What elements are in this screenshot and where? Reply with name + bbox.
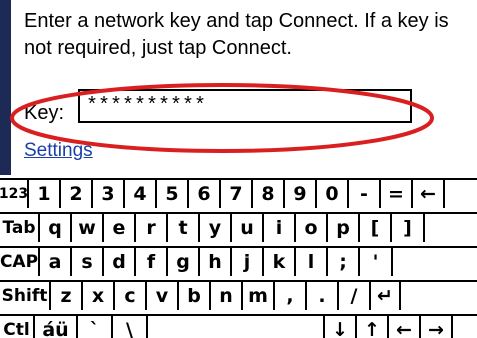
key-0[interactable]: 0 [317, 180, 349, 208]
key-s[interactable]: s [72, 248, 104, 276]
key-9[interactable]: 9 [285, 180, 317, 208]
key-caps[interactable]: CAP [0, 248, 40, 276]
key-arrow-left[interactable]: ← [413, 180, 445, 208]
key-2[interactable]: 2 [61, 180, 93, 208]
key-symbol[interactable]: ` [78, 316, 113, 338]
key-symbol[interactable]: . [307, 282, 339, 310]
key-v[interactable]: v [147, 282, 179, 310]
key-symbol[interactable]: = [381, 180, 413, 208]
settings-link[interactable]: Settings [24, 140, 93, 162]
key-symbol[interactable]: ; [328, 248, 360, 276]
key-symbol[interactable]: ] [392, 214, 425, 242]
key-label: Key: [24, 102, 65, 124]
key-6[interactable]: 6 [189, 180, 221, 208]
key-l[interactable]: l [296, 248, 328, 276]
keyboard-row: CAP a s d f g h j k l; ' [0, 246, 477, 276]
keyboard-row: Shift z x c v b n m,. / ↵ [0, 280, 477, 310]
key-8[interactable]: 8 [253, 180, 285, 208]
key-y[interactable]: y [200, 214, 232, 242]
key-7[interactable]: 7 [221, 180, 253, 208]
key-ctrl[interactable]: Ctl [0, 316, 35, 338]
key-k[interactable]: k [264, 248, 296, 276]
key-n[interactable]: n [211, 282, 243, 310]
key-m[interactable]: m [243, 282, 275, 310]
network-key-screen: Enter a network key and tap Connect. If … [0, 0, 477, 338]
key-symbol[interactable]: , [275, 282, 307, 310]
soft-keyboard: 123 1 2 3 4 5 6 7 8 9 0- = ← Tab q w e r t y u i o p[] CAP a s d f g h… [0, 178, 477, 338]
key-5[interactable]: 5 [157, 180, 189, 208]
instruction-text: Enter a network key and tap Connect. If … [24, 10, 449, 59]
key-accents[interactable]: áü [35, 316, 78, 338]
key-arrow-left[interactable]: ← [389, 316, 421, 338]
key-z[interactable]: z [51, 282, 83, 310]
key-symbol[interactable]: \ [113, 316, 148, 338]
key-symbol[interactable]: ' [360, 248, 393, 276]
key-b[interactable]: b [179, 282, 211, 310]
key-c[interactable]: c [115, 282, 147, 310]
key-a[interactable]: a [40, 248, 72, 276]
key-arrow-down[interactable]: ↓ [325, 316, 357, 338]
key-symbol[interactable]: / [339, 282, 371, 310]
keyboard-row: Tab q w e r t y u i o p[] [0, 212, 477, 242]
key-symbol[interactable]: - [349, 180, 381, 208]
key-p[interactable]: p [328, 214, 360, 242]
background-strip [0, 0, 11, 175]
key-4[interactable]: 4 [125, 180, 157, 208]
key-123[interactable]: 123 [0, 180, 29, 208]
key-symbol[interactable]: [ [360, 214, 392, 242]
key-enter[interactable]: ↵ [371, 282, 401, 310]
key-h[interactable]: h [200, 248, 232, 276]
key-i[interactable]: i [264, 214, 296, 242]
key-arrow-up[interactable]: ↑ [357, 316, 389, 338]
key-f[interactable]: f [136, 248, 168, 276]
key-tab[interactable]: Tab [0, 214, 40, 242]
keyboard-row: 123 1 2 3 4 5 6 7 8 9 0- = ← [0, 178, 477, 208]
key-u[interactable]: u [232, 214, 264, 242]
key-w[interactable]: w [72, 214, 104, 242]
key-j[interactable]: j [232, 248, 264, 276]
key-space[interactable] [148, 316, 325, 338]
network-key-input[interactable] [78, 89, 412, 123]
key-x[interactable]: x [83, 282, 115, 310]
key-o[interactable]: o [296, 214, 328, 242]
key-t[interactable]: t [168, 214, 200, 242]
key-arrow-right[interactable]: → [421, 316, 453, 338]
key-d[interactable]: d [104, 248, 136, 276]
key-e[interactable]: e [104, 214, 136, 242]
key-1[interactable]: 1 [29, 180, 61, 208]
key-q[interactable]: q [40, 214, 72, 242]
key-g[interactable]: g [168, 248, 200, 276]
key-3[interactable]: 3 [93, 180, 125, 208]
keyboard-row: Ctl áü ` \ ↓ ↑ ← → [0, 314, 477, 338]
key-shift[interactable]: Shift [0, 282, 51, 310]
key-r[interactable]: r [136, 214, 168, 242]
